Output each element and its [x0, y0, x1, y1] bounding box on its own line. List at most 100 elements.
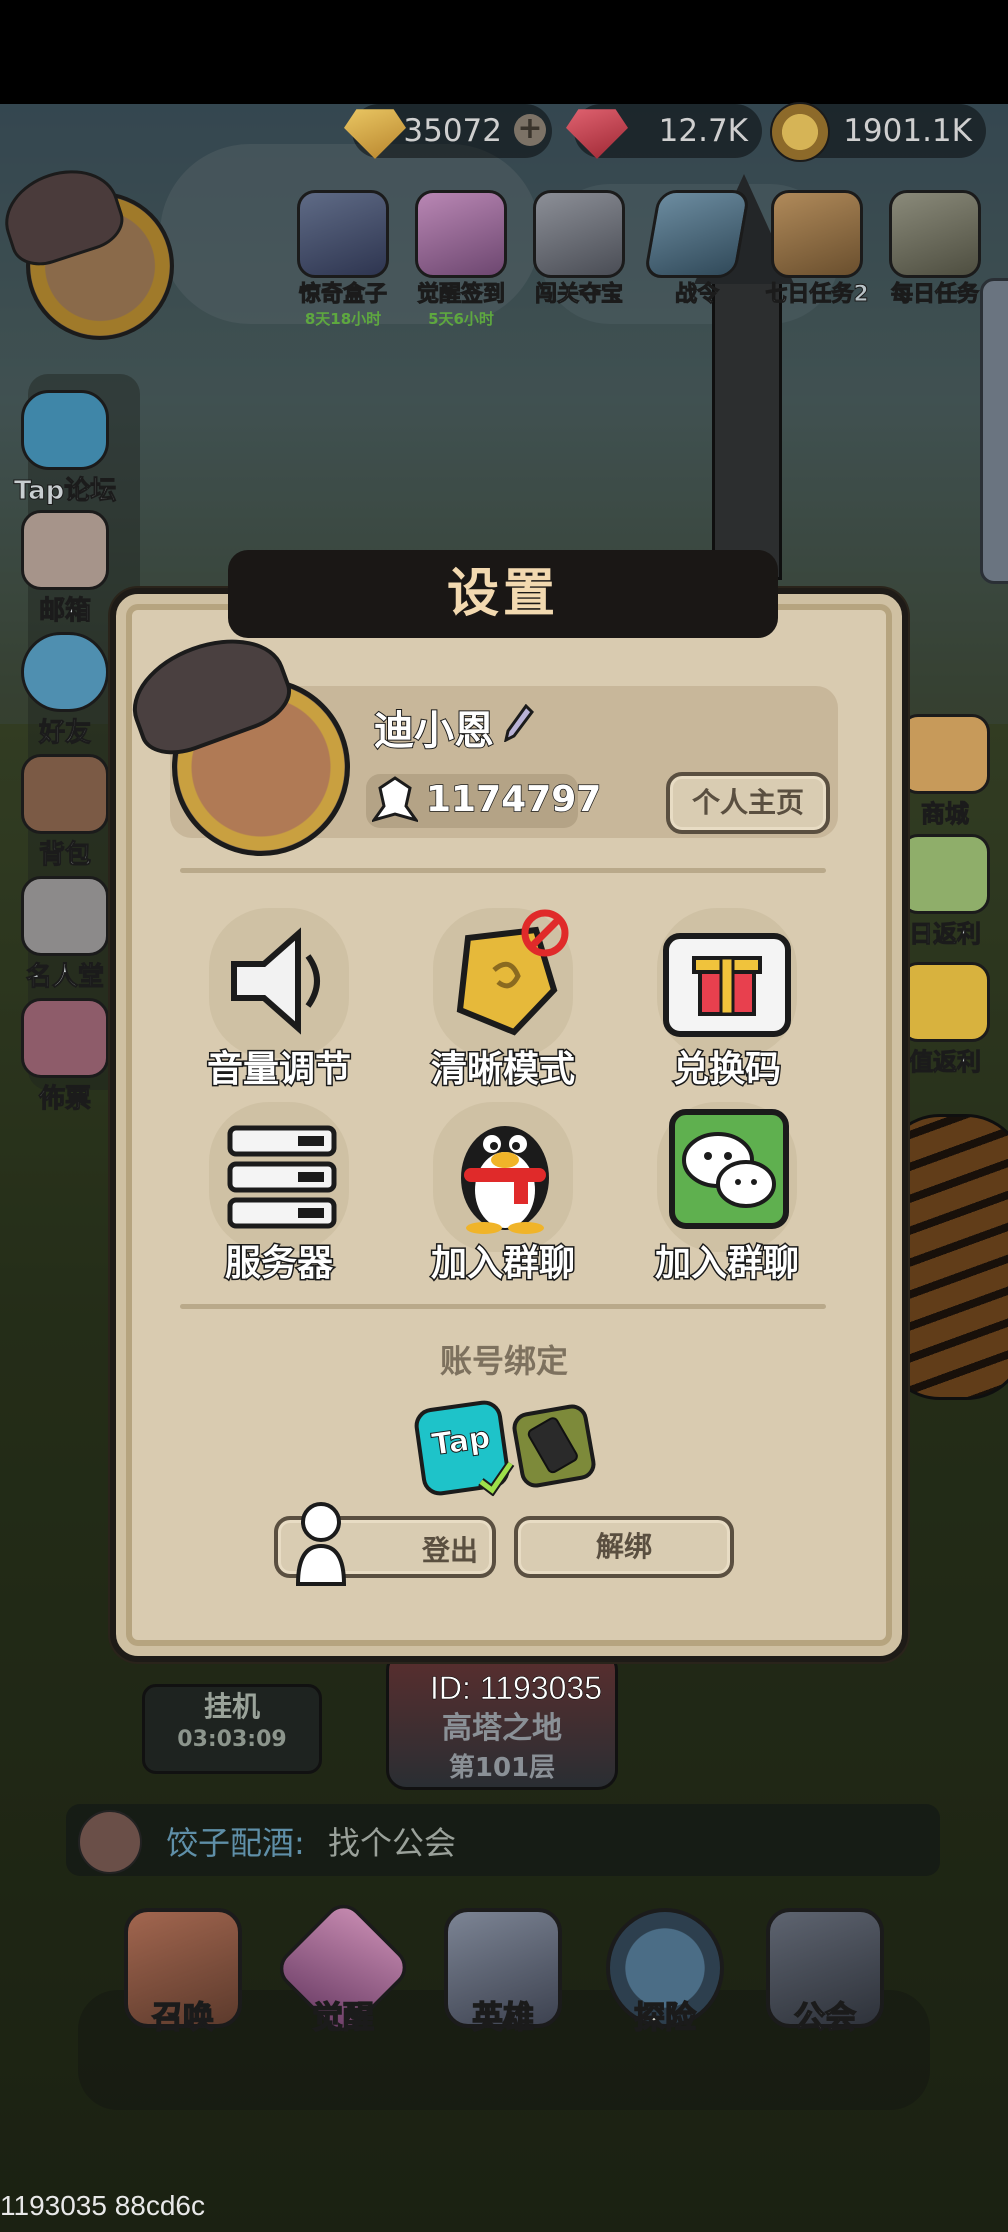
phone-bind-button[interactable] [509, 1401, 599, 1491]
event-label: 战令 [674, 282, 719, 308]
side-drawer-tab[interactable] [980, 278, 1008, 584]
idle-label: 挂机 [203, 1690, 260, 1723]
nav-guild[interactable]: 公会 [760, 1908, 890, 2058]
nav-heroes[interactable]: 英雄 [438, 1908, 568, 2058]
redeem-code-button[interactable]: 兑换码 [632, 908, 822, 1092]
event-label: 七日任务2 [765, 282, 869, 308]
shield-icon [21, 876, 109, 956]
speaker-icon [224, 926, 334, 1036]
debug-info: 1193035 88cd6c [0, 2190, 205, 2221]
tower-label: 高塔之地 [442, 1711, 562, 1746]
qq-penguin-icon [450, 1106, 560, 1234]
power-badge: 1174797 [366, 774, 602, 828]
event-awaken-signin[interactable]: 觉醒签到 5天6小时 [406, 190, 516, 328]
coin-currency[interactable]: 1901.1K [770, 102, 986, 162]
idle-timer: 03:03:09 [177, 1727, 287, 1752]
chat-bar[interactable]: 饺子配酒: 找个公会 [66, 1804, 940, 1876]
nav-label: 公会 [793, 1999, 857, 2037]
ticket-icon [21, 998, 109, 1078]
unbind-button[interactable]: 解绑 [514, 1516, 734, 1578]
nav-awaken[interactable]: 觉醒 [271, 1896, 415, 2058]
profile-page-button[interactable]: 个人主页 [666, 772, 830, 834]
side-item-tap-forum[interactable]: Tap论坛 [0, 390, 130, 507]
event-label: 觉醒签到 [416, 282, 505, 308]
mail-icon [21, 510, 109, 590]
event-daily-task[interactable]: 每日任务 [880, 190, 990, 308]
item-label: 音量调节 [205, 1048, 352, 1092]
tower-floor: 第101层 [448, 1753, 556, 1783]
calendar-icon [415, 190, 507, 278]
clarity-mode-button[interactable]: 清晰模式 [408, 908, 598, 1092]
player-name: 迪小恩 [373, 707, 495, 755]
taptap-bind-button[interactable]: Tap [412, 1398, 515, 1498]
phone-icon [525, 1415, 581, 1476]
bound-check-icon [474, 1459, 518, 1498]
power-value: 1174797 [425, 778, 602, 821]
edit-name-icon[interactable] [503, 703, 534, 743]
item-label: 服务器 [223, 1242, 334, 1286]
nav-label: 英雄 [471, 1999, 535, 2037]
event-label: 闯关夺宝 [534, 282, 623, 308]
section-divider [180, 1304, 826, 1309]
item-label: 加入群聊 [429, 1242, 576, 1286]
nav-summon[interactable]: 召唤 [118, 1908, 248, 2058]
idle-button[interactable]: 挂机 03:03:09 [142, 1684, 322, 1774]
person-icon [294, 1500, 348, 1586]
ruby-currency[interactable]: 12.7K [566, 104, 762, 159]
wolf-mask-icon [533, 190, 625, 278]
chat-message: 找个公会 [328, 1824, 457, 1862]
ruby-value: 12.7K [658, 113, 748, 149]
nav-label: 探险 [633, 1999, 697, 2037]
taptap-logo-text: Tap [429, 1420, 493, 1464]
side-label: Tap论坛 [13, 476, 117, 507]
side-item-mail[interactable]: 邮箱 [0, 510, 130, 627]
join-qq-group-button[interactable]: 加入群聊 [408, 1102, 598, 1286]
dialog-title: 设置 [228, 550, 778, 638]
friend-icon [21, 632, 109, 712]
player-avatar[interactable] [0, 156, 178, 342]
event-label: 每日任务 [890, 282, 979, 308]
event-timer: 5天6小时 [428, 310, 494, 328]
banner-icon [643, 190, 751, 278]
event-battle-pass[interactable]: 战令 [642, 190, 752, 308]
nav-label: 觉醒 [311, 1999, 375, 2037]
surprise-box-icon [297, 190, 389, 278]
coin-value: 1901.1K [843, 113, 972, 149]
power-icon [370, 776, 420, 826]
task-board-icon [889, 190, 981, 278]
chat-username: 饺子配酒: [166, 1824, 305, 1862]
event-timer: 8天18小时 [304, 310, 382, 328]
wechat-icon [668, 1108, 790, 1230]
player-id: ID: 1193035 [430, 1670, 602, 1707]
item-label: 清晰模式 [429, 1048, 576, 1092]
logout-label: 登出 [421, 1534, 478, 1567]
nav-label: 召唤 [151, 1999, 215, 2037]
chat-bubble-icon [21, 390, 109, 470]
event-surprise-box[interactable]: 惊奇盒子 8天18小时 [288, 190, 398, 328]
gift-basket-icon [900, 834, 990, 914]
server-icon [226, 1124, 338, 1234]
disabled-icon [520, 908, 570, 958]
gift-ticket-icon [660, 930, 794, 1040]
item-label: 兑换码 [671, 1048, 782, 1092]
backpack-icon [21, 754, 109, 834]
player-portrait[interactable] [118, 619, 354, 860]
join-wechat-group-button[interactable]: 加入群聊 [632, 1102, 822, 1286]
add-gold-icon[interactable]: + [514, 114, 546, 146]
chat-avatar [78, 1810, 142, 1874]
helmet-icon [771, 190, 863, 278]
gold-value: 35072 [403, 113, 502, 149]
card-icon [900, 962, 990, 1042]
item-label: 加入群聊 [653, 1242, 800, 1286]
account-binding-title: 账号绑定 [439, 1342, 568, 1380]
event-stage-treasure[interactable]: 闯关夺宝 [524, 190, 634, 308]
gold-currency[interactable]: 35072 + [344, 104, 552, 159]
event-label: 惊奇盒子 [298, 282, 387, 308]
event-seven-day[interactable]: 七日任务2 [762, 190, 872, 308]
volume-button[interactable]: 音量调节 [184, 908, 374, 1092]
nav-explore[interactable]: 探险 [600, 1908, 730, 2058]
server-button[interactable]: 服务器 [184, 1102, 374, 1286]
section-divider [180, 868, 826, 873]
coin-icon [770, 102, 830, 162]
logout-button[interactable]: 登出 [274, 1502, 496, 1586]
